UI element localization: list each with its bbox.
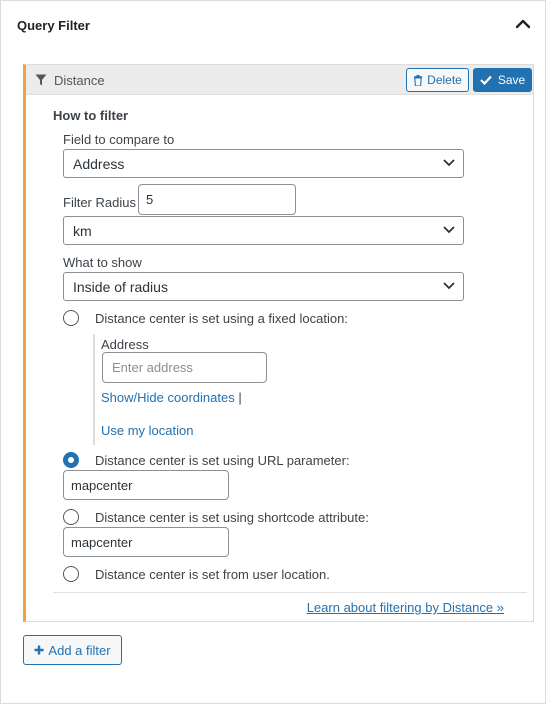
save-label: Save bbox=[497, 73, 526, 87]
unit-select[interactable]: km bbox=[63, 216, 464, 245]
chevron-down-icon bbox=[443, 282, 455, 290]
chevron-up-icon[interactable] bbox=[514, 15, 532, 33]
query-filter-panel: Query Filter Distance Delete Save How to… bbox=[0, 0, 546, 704]
url-parameter-input[interactable] bbox=[63, 470, 229, 500]
distance-filter-box: Distance Delete Save How to filter Field… bbox=[23, 64, 534, 622]
panel-title: Query Filter bbox=[17, 18, 90, 33]
filter-name: Distance bbox=[54, 73, 105, 88]
show-label: What to show bbox=[63, 255, 142, 270]
funnel-icon bbox=[35, 74, 47, 86]
unit-select-value: km bbox=[73, 222, 92, 239]
chevron-down-icon bbox=[443, 226, 455, 234]
plus-icon bbox=[34, 645, 44, 655]
trash-icon bbox=[414, 74, 423, 86]
radio-url-parameter-label: Distance center is set using URL paramet… bbox=[95, 453, 350, 468]
radio-user-location[interactable] bbox=[63, 566, 79, 582]
field-select-value: Address bbox=[73, 155, 125, 172]
field-label: Field to compare to bbox=[63, 132, 175, 147]
field-select[interactable]: Address bbox=[63, 149, 464, 178]
shortcode-attribute-input[interactable] bbox=[63, 527, 229, 557]
fixed-location-divider bbox=[93, 334, 95, 445]
radio-fixed-location[interactable] bbox=[63, 310, 79, 326]
filter-header[interactable]: Distance Delete Save bbox=[26, 65, 533, 95]
footer-divider bbox=[53, 592, 527, 593]
radius-label: Filter Radius bbox=[63, 195, 136, 210]
delete-label: Delete bbox=[427, 73, 462, 87]
add-filter-button[interactable]: Add a filter bbox=[23, 635, 122, 665]
show-select-value: Inside of radius bbox=[73, 278, 168, 295]
radio-url-parameter[interactable] bbox=[63, 452, 79, 468]
save-button[interactable]: Save bbox=[473, 68, 532, 92]
learn-distance-link[interactable]: Learn about filtering by Distance » bbox=[307, 600, 504, 615]
address-input[interactable] bbox=[102, 352, 267, 383]
link-separator: | bbox=[238, 390, 242, 405]
radio-user-location-label: Distance center is set from user locatio… bbox=[95, 567, 330, 582]
radio-shortcode-attribute-label: Distance center is set using shortcode a… bbox=[95, 510, 369, 525]
check-icon bbox=[480, 75, 492, 85]
delete-button[interactable]: Delete bbox=[406, 68, 469, 92]
use-my-location-link[interactable]: Use my location bbox=[101, 423, 193, 438]
add-filter-label: Add a filter bbox=[48, 642, 111, 658]
coords-row: Show/Hide coordinates | bbox=[101, 390, 242, 405]
show-select[interactable]: Inside of radius bbox=[63, 272, 464, 301]
section-title: How to filter bbox=[53, 108, 129, 123]
radius-input[interactable] bbox=[138, 184, 296, 215]
toggle-coordinates-link[interactable]: Show/Hide coordinates bbox=[101, 390, 235, 405]
chevron-down-icon bbox=[443, 159, 455, 167]
radio-shortcode-attribute[interactable] bbox=[63, 509, 79, 525]
address-label: Address bbox=[101, 337, 149, 352]
radio-fixed-location-label: Distance center is set using a fixed loc… bbox=[95, 311, 348, 326]
